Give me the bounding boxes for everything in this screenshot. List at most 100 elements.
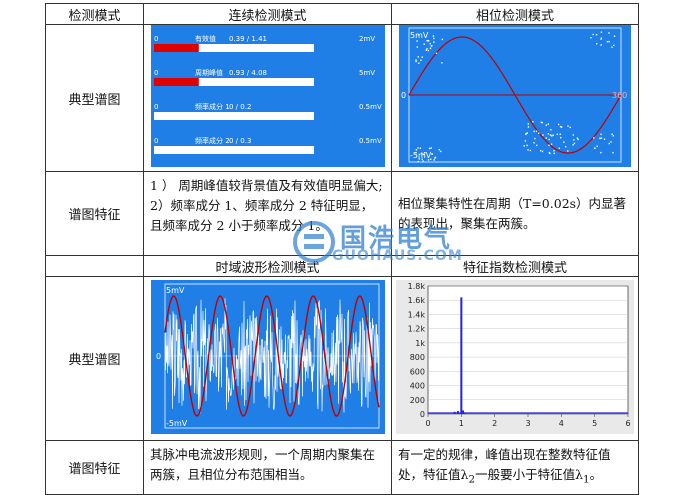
phase-dot xyxy=(524,140,527,142)
phase-dot xyxy=(435,52,438,54)
phase-dot xyxy=(558,147,560,149)
bar-name-label: 有效值 xyxy=(195,34,216,43)
phase-dot xyxy=(534,137,536,140)
phase-dot xyxy=(596,43,598,45)
header-continuous: 连续检测模式 xyxy=(143,3,392,25)
phase-dot xyxy=(524,133,527,135)
phase-dot xyxy=(548,138,550,141)
bar-max-label: 0.5mV xyxy=(359,103,382,111)
time-domain-panel: 5mV 0 -5mV xyxy=(150,279,385,434)
phase-dot xyxy=(438,149,441,151)
phase-dot xyxy=(553,149,555,152)
phase-dot xyxy=(545,124,547,126)
phase-dot xyxy=(527,149,529,151)
phase-dot xyxy=(427,40,429,42)
x-tick-label: 2 xyxy=(492,419,497,428)
phase-dot xyxy=(533,142,535,144)
phase-dot xyxy=(573,139,575,141)
header-mode: 检测模式 xyxy=(45,3,144,25)
phase-dot xyxy=(441,62,443,64)
phase-dot xyxy=(425,49,427,51)
phase-top-label: 5mV xyxy=(410,31,429,40)
phase-dot xyxy=(613,44,615,47)
phase-dot xyxy=(572,134,575,136)
phase-dot xyxy=(600,37,603,39)
x-tick-label: 1 xyxy=(459,419,464,428)
phase-dot xyxy=(527,126,530,128)
phase-dot xyxy=(549,134,552,136)
phase-dot xyxy=(523,145,525,147)
phase-right-label: 360 xyxy=(612,91,627,100)
phase-dot xyxy=(567,150,569,152)
time-domain-cell: 5mV 0 -5mV xyxy=(143,276,392,441)
phase-dot xyxy=(563,141,565,143)
phase-dot xyxy=(415,59,417,61)
row-label-feature-2: 谱图特征 xyxy=(45,440,144,495)
x-tick-label: 6 xyxy=(625,419,630,428)
continuous-cell: 0 有效值 0.39 / 1.41 2mV 0 周期峰值 0.93 / 4.08 5mV 0 频率… xyxy=(143,24,392,172)
spectrum-table: 检测模式 连续检测模式 相位检测模式 典型谱图 0 有效值 0.39 / 1.41 2… xyxy=(45,3,639,495)
phase-dot xyxy=(610,141,612,143)
phase-dot xyxy=(429,47,432,50)
lambda-sub-1: 1 xyxy=(583,473,590,486)
phase-dot xyxy=(540,150,542,152)
phase-dot xyxy=(567,125,569,127)
y-tick-label: 1.6k xyxy=(408,296,426,305)
phase-dot xyxy=(550,143,553,145)
phase-dot xyxy=(431,153,433,155)
phase-dot xyxy=(423,43,425,45)
phase-dot xyxy=(429,42,431,45)
y-tick-label: 400 xyxy=(410,381,425,390)
phase-dot xyxy=(600,151,602,154)
feature-index-cell: 0 200 400 600 800 1k 1.2k 1.4k 1.6k 1.8k 0 1 2 3 4 5 6 xyxy=(391,276,639,441)
bar-zero-label: 0 xyxy=(154,35,158,43)
phase-dot xyxy=(527,123,530,125)
bar-value-label: 0 / 0.2 xyxy=(229,103,251,111)
phase-dot xyxy=(545,137,547,139)
phase-dot xyxy=(592,33,594,36)
row-label-spectrum: 典型谱图 xyxy=(45,24,144,172)
phase-dot xyxy=(560,136,562,139)
phase-dot xyxy=(600,137,603,139)
phase-dot xyxy=(422,160,424,162)
phase-dot xyxy=(529,149,532,152)
bar-fill xyxy=(153,78,199,86)
phase-dot xyxy=(434,156,437,159)
phase-dot xyxy=(441,38,444,41)
phase-dot xyxy=(542,134,544,136)
phase-dot xyxy=(612,151,614,154)
x-tick-label: 5 xyxy=(592,419,597,428)
bar-zero-label: 0 xyxy=(154,137,158,145)
phase-dot xyxy=(549,152,551,155)
phase-dot xyxy=(426,48,428,50)
time-bottom-label: -5mV xyxy=(166,419,188,428)
continuous-feature-line2: 2）频率成分 1、频率成分 2 特征明显，且频率成分 2 小于频率成分 1。 xyxy=(150,198,374,233)
bar-max-label: 0.5mV xyxy=(359,137,382,145)
bar-fill xyxy=(153,44,199,52)
time-top-label: 5mV xyxy=(166,286,185,295)
phase-dot xyxy=(417,147,419,149)
phase-dot xyxy=(417,160,419,163)
phase-zero-label: 0 xyxy=(401,91,406,100)
phase-dot xyxy=(418,62,420,64)
row-label-empty xyxy=(45,255,144,277)
y-tick-label: 1k xyxy=(415,338,425,347)
phase-dot xyxy=(576,137,579,139)
continuous-feature: 1 ） 周期峰值较背景值及有效值明显偏大; 2）频率成分 1、频率成分 2 特征… xyxy=(143,171,392,256)
phase-dot xyxy=(577,138,579,141)
phase-dot xyxy=(533,130,535,133)
phase-dot xyxy=(612,135,615,137)
feature-index-bar xyxy=(453,411,456,414)
phase-dot xyxy=(611,46,613,48)
phase-dot xyxy=(600,44,602,46)
phase-dot xyxy=(416,40,418,42)
phase-dot xyxy=(594,147,596,149)
phase-dot xyxy=(547,123,550,125)
bar-track xyxy=(153,112,314,120)
feature-index-bar xyxy=(457,410,459,414)
phase-dot xyxy=(611,133,613,135)
phase-dot xyxy=(560,126,563,128)
phase-dot xyxy=(541,121,543,124)
phase-dot xyxy=(590,37,592,39)
phase-dot xyxy=(541,150,544,153)
